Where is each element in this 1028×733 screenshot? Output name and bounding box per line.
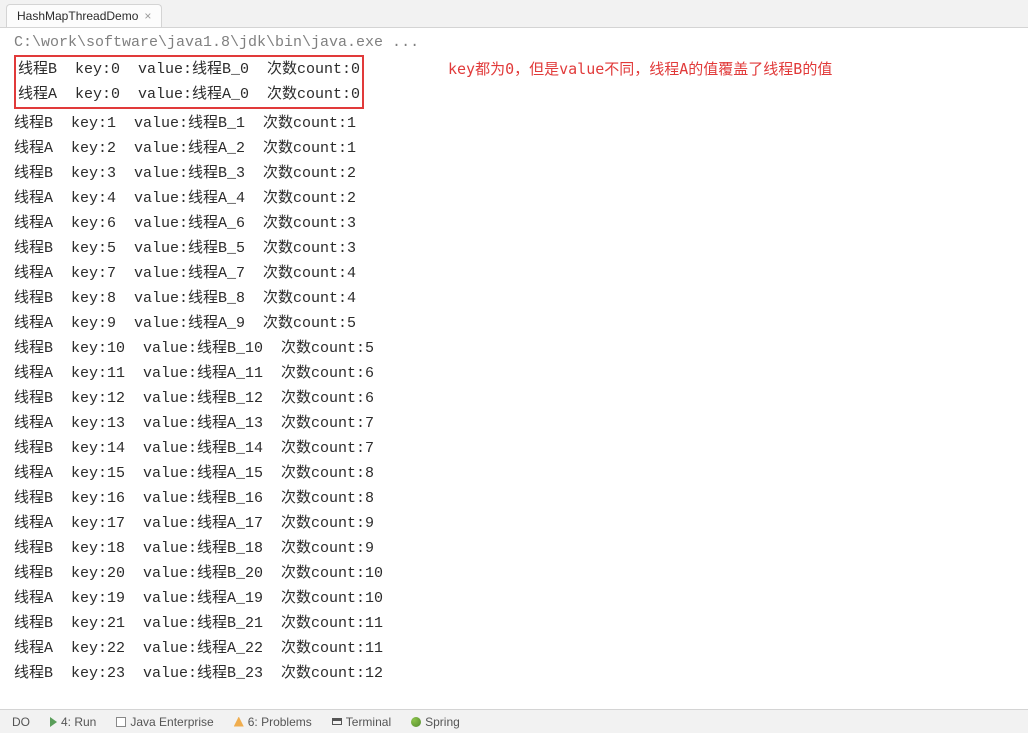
highlight-box: 线程B key:0 value:线程B_0 次数count:0 线程A key:… xyxy=(14,55,364,109)
java-enterprise-button[interactable]: Java Enterprise xyxy=(108,713,221,731)
tab-bar: HashMapThreadDemo × xyxy=(0,0,1028,28)
output-line: 线程A key:9 value:线程A_9 次数count:5 xyxy=(14,311,1028,336)
output-line: 线程A key:2 value:线程A_2 次数count:1 xyxy=(14,136,1028,161)
output-lines: 线程B key:1 value:线程B_1 次数count:1线程A key:2… xyxy=(14,111,1028,686)
output-line: 线程B key:10 value:线程B_10 次数count:5 xyxy=(14,336,1028,361)
command-line: C:\work\software\java1.8\jdk\bin\java.ex… xyxy=(14,34,1028,51)
output-line: 线程B key:3 value:线程B_3 次数count:2 xyxy=(14,161,1028,186)
output-line: 线程B key:16 value:线程B_16 次数count:8 xyxy=(14,486,1028,511)
output-line: 线程B key:14 value:线程B_14 次数count:7 xyxy=(14,436,1028,461)
output-line: 线程A key:7 value:线程A_7 次数count:4 xyxy=(14,261,1028,286)
spring-button[interactable]: Spring xyxy=(403,713,468,731)
output-line: 线程B key:8 value:线程B_8 次数count:4 xyxy=(14,286,1028,311)
output-line: 线程A key:13 value:线程A_13 次数count:7 xyxy=(14,411,1028,436)
output-line: 线程A key:17 value:线程A_17 次数count:9 xyxy=(14,511,1028,536)
todo-label: DO xyxy=(12,715,30,729)
output-line: 线程B key:20 value:线程B_20 次数count:10 xyxy=(14,561,1028,586)
terminal-label: Terminal xyxy=(346,715,391,729)
output-line: 线程A key:15 value:线程A_15 次数count:8 xyxy=(14,461,1028,486)
spring-label: Spring xyxy=(425,715,460,729)
terminal-button[interactable]: Terminal xyxy=(324,713,399,731)
warning-icon xyxy=(234,717,244,727)
play-icon xyxy=(50,717,57,727)
output-line: 线程A key:4 value:线程A_4 次数count:2 xyxy=(14,186,1028,211)
output-line: 线程B key:1 value:线程B_1 次数count:1 xyxy=(14,111,1028,136)
output-line: 线程A key:11 value:线程A_11 次数count:6 xyxy=(14,361,1028,386)
output-line: 线程B key:0 value:线程B_0 次数count:0 xyxy=(18,57,360,82)
bottom-toolbar: DO 4: Run Java Enterprise 6: Problems Te… xyxy=(0,709,1028,733)
output-line: 线程B key:5 value:线程B_5 次数count:3 xyxy=(14,236,1028,261)
spring-icon xyxy=(411,717,421,727)
todo-button[interactable]: DO xyxy=(4,713,38,731)
close-icon[interactable]: × xyxy=(144,9,151,23)
run-tab[interactable]: HashMapThreadDemo × xyxy=(6,4,162,27)
tab-title: HashMapThreadDemo xyxy=(17,9,138,23)
java-ee-label: Java Enterprise xyxy=(130,715,213,729)
output-line: 线程A key:19 value:线程A_19 次数count:10 xyxy=(14,586,1028,611)
output-line: 线程B key:23 value:线程B_23 次数count:12 xyxy=(14,661,1028,686)
output-line: 线程B key:18 value:线程B_18 次数count:9 xyxy=(14,536,1028,561)
output-line: 线程A key:6 value:线程A_6 次数count:3 xyxy=(14,211,1028,236)
java-ee-icon xyxy=(116,717,126,727)
output-line: 线程A key:0 value:线程A_0 次数count:0 xyxy=(18,82,360,107)
problems-label: 6: Problems xyxy=(248,715,312,729)
annotation-text: key都为0，但是value不同，线程A的值覆盖了线程B的值 xyxy=(448,58,832,79)
problems-button[interactable]: 6: Problems xyxy=(226,713,320,731)
output-line: 线程B key:12 value:线程B_12 次数count:6 xyxy=(14,386,1028,411)
run-label: 4: Run xyxy=(61,715,96,729)
terminal-icon xyxy=(332,718,342,725)
run-toolwindow-button[interactable]: 4: Run xyxy=(42,713,104,731)
console-output: C:\work\software\java1.8\jdk\bin\java.ex… xyxy=(0,28,1028,709)
output-line: 线程A key:22 value:线程A_22 次数count:11 xyxy=(14,636,1028,661)
output-line: 线程B key:21 value:线程B_21 次数count:11 xyxy=(14,611,1028,636)
